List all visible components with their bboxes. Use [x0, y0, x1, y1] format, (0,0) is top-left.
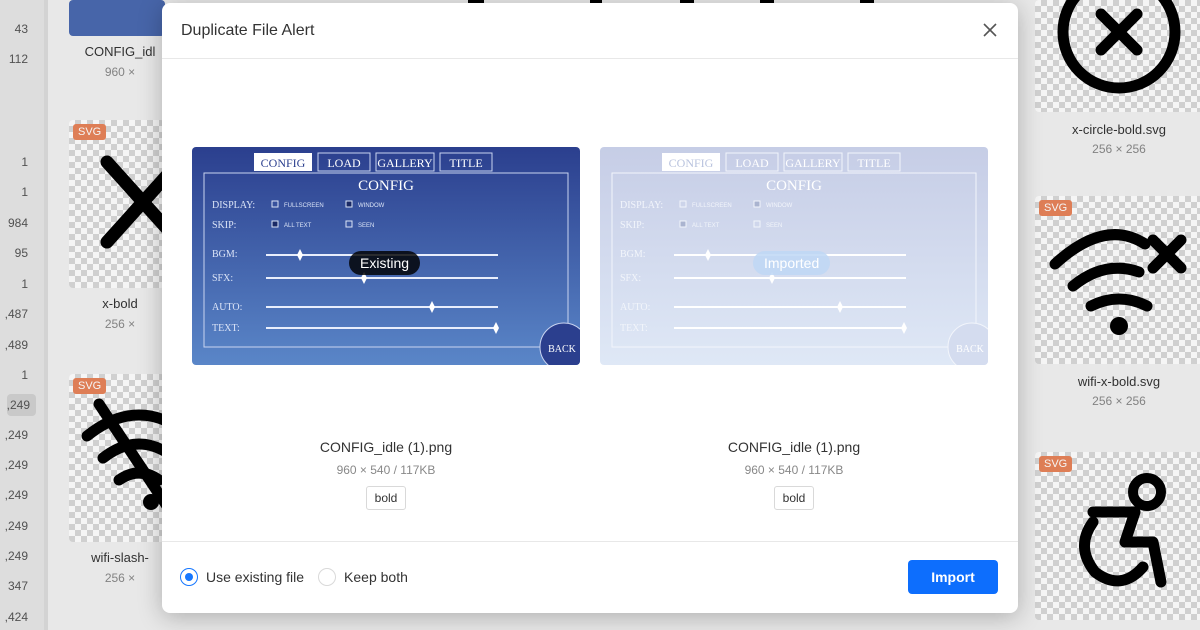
- use-existing-option[interactable]: Use existing file: [180, 568, 304, 586]
- existing-preview: CONFIG LOAD GALLERY TITLE CONFIG DISPLAY…: [192, 147, 580, 365]
- modal-header: Duplicate File Alert: [162, 3, 1018, 59]
- config-heading: CONFIG: [766, 178, 822, 194]
- duplicate-file-dialog: Duplicate File Alert CONFIG LOAD GALLERY…: [162, 3, 1018, 613]
- row-label: BGM:: [212, 249, 238, 260]
- modal-body: CONFIG LOAD GALLERY TITLE CONFIG DISPLAY…: [162, 59, 1018, 543]
- option-label: WINDOW: [766, 203, 793, 209]
- radio-label: Keep both: [344, 569, 408, 585]
- tab-label: LOAD: [735, 156, 769, 170]
- tab-label: TITLE: [449, 156, 482, 170]
- option-label: ALL TEXT: [284, 223, 312, 229]
- imported-chip: Imported: [753, 251, 831, 275]
- duplicate-action-options: Use existing file Keep both: [180, 568, 422, 586]
- option-label: FULLSCREEN: [284, 203, 324, 209]
- row-label: SKIP:: [212, 220, 236, 231]
- row-label: AUTO:: [212, 302, 242, 313]
- import-button[interactable]: Import: [908, 560, 998, 594]
- back-label: BACK: [956, 344, 985, 355]
- tab-label: TITLE: [857, 156, 890, 170]
- radio-checked[interactable]: [180, 568, 198, 586]
- config-heading: CONFIG: [358, 178, 414, 194]
- modal-footer: Use existing file Keep both Import: [162, 541, 1018, 613]
- tab-label: GALLERY: [377, 156, 433, 170]
- back-label: BACK: [548, 344, 577, 355]
- keep-both-option[interactable]: Keep both: [318, 568, 408, 586]
- option-label: ALL TEXT: [692, 223, 720, 229]
- radio-label: Use existing file: [206, 569, 305, 585]
- row-label: DISPLAY:: [620, 200, 663, 211]
- option-label: FULLSCREEN: [692, 203, 732, 209]
- option-label: WINDOW: [358, 203, 385, 209]
- option-label: SEEN: [358, 223, 374, 229]
- imported-tag: bold: [773, 486, 815, 510]
- option-label: SEEN: [766, 223, 782, 229]
- row-label: DISPLAY:: [212, 200, 255, 211]
- imported-file-meta: 960 × 540 / 117KB: [744, 463, 844, 477]
- existing-file-meta: 960 × 540 / 117KB: [336, 463, 436, 477]
- radio-unchecked[interactable]: [318, 568, 337, 586]
- tab-label: GALLERY: [785, 156, 841, 170]
- close-icon[interactable]: [980, 20, 1000, 40]
- row-label: SFX:: [620, 273, 641, 284]
- existing-filename: CONFIG_idle (1).png: [319, 439, 453, 455]
- existing-tag: bold: [365, 486, 407, 510]
- row-label: TEXT:: [620, 323, 648, 334]
- row-label: AUTO:: [620, 302, 650, 313]
- modal-title: Duplicate File Alert: [181, 21, 315, 39]
- existing-chip: Existing: [349, 251, 421, 275]
- imported-file-info: CONFIG_idle (1).png 960 × 540 / 117KB bo…: [600, 439, 988, 510]
- row-label: SKIP:: [620, 220, 644, 231]
- row-label: TEXT:: [212, 323, 240, 334]
- imported-filename: CONFIG_idle (1).png: [727, 439, 861, 455]
- row-label: SFX:: [212, 273, 233, 284]
- tab-label: CONFIG: [261, 156, 306, 170]
- imported-preview: CONFIG LOAD GALLERY TITLE CONFIG DISPLAY…: [600, 147, 988, 365]
- tab-label: CONFIG: [669, 156, 714, 170]
- existing-file-info: CONFIG_idle (1).png 960 × 540 / 117KB bo…: [192, 439, 580, 510]
- row-label: BGM:: [620, 249, 646, 260]
- tab-label: LOAD: [327, 156, 361, 170]
